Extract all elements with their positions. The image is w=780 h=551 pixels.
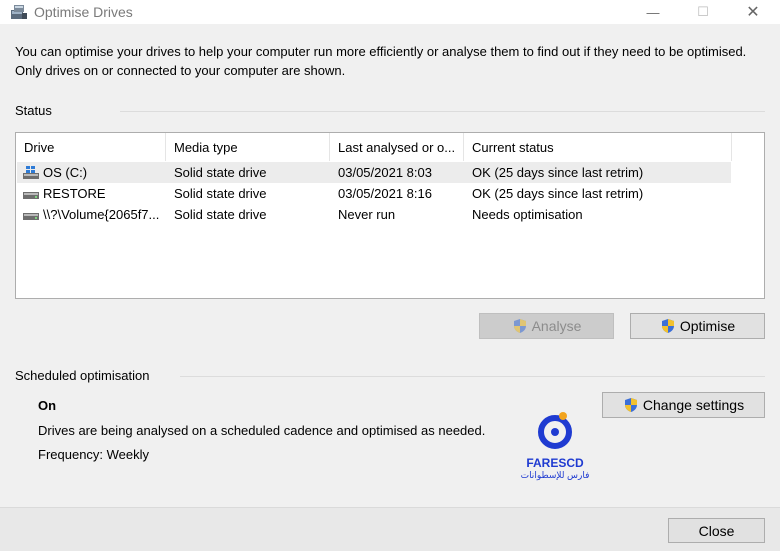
change-settings-label: Change settings: [642, 397, 745, 413]
media-type: Solid state drive: [174, 207, 267, 222]
window-title: Optimise Drives: [34, 4, 133, 20]
last-analysed: 03/05/2021 8:16: [338, 186, 432, 201]
drives-list[interactable]: Drive Media type Last analysed or o... C…: [15, 132, 765, 299]
drive-name: OS (C:): [43, 165, 88, 180]
drive-row-restore[interactable]: RESTORE Solid state drive 03/05/2021 8:1…: [17, 183, 731, 204]
drive-row-os[interactable]: OS (C:) Solid state drive 03/05/2021 8:0…: [17, 162, 731, 183]
last-analysed: Never run: [338, 207, 396, 222]
optimise-label: Optimise: [679, 318, 736, 334]
title-bar[interactable]: Optimise Drives — ☐ ✕: [0, 0, 780, 24]
drive-name: RESTORE: [43, 186, 106, 201]
current-status: OK (25 days since last retrim): [472, 165, 644, 180]
dialog-footer: [0, 507, 780, 551]
schedule-frequency: Frequency: Weekly: [38, 447, 150, 462]
drive-row-volume[interactable]: \\?\Volume{2065f7... Solid state drive N…: [17, 204, 731, 225]
minimize-icon: —: [646, 4, 660, 20]
close-icon: ✕: [746, 4, 760, 21]
change-settings-button[interactable]: Change settings: [602, 392, 765, 418]
analyse-button[interactable]: Analyse: [479, 313, 614, 339]
scheduled-divider: [180, 376, 765, 377]
drive-icon: [23, 192, 39, 199]
schedule-description: Drives are being analysed on a scheduled…: [38, 423, 486, 438]
close-button[interactable]: Close: [668, 518, 765, 543]
media-type: Solid state drive: [174, 186, 267, 201]
current-status: OK (25 days since last retrim): [472, 186, 644, 201]
column-header-last-analysed[interactable]: Last analysed or o...: [330, 133, 464, 161]
close-label: Close: [698, 522, 735, 539]
watermark-logo: FARESCD فارس للإسطوانات: [520, 410, 590, 482]
drive-icon: [23, 213, 39, 220]
description-text: You can optimise your drives to help you…: [15, 44, 747, 78]
shield-icon: [513, 319, 526, 333]
column-header-media-type[interactable]: Media type: [166, 133, 330, 161]
windows-drive-icon: [23, 166, 39, 179]
optimise-button[interactable]: Optimise: [630, 313, 765, 339]
scheduled-group-label: Scheduled optimisation: [15, 368, 150, 383]
current-status: Needs optimisation: [472, 207, 583, 222]
drive-name: \\?\Volume{2065f7...: [43, 207, 160, 222]
list-header: Drive Media type Last analysed or o... C…: [16, 133, 746, 161]
media-type: Solid state drive: [174, 165, 267, 180]
minimize-button[interactable]: —: [630, 0, 676, 24]
analyse-label: Analyse: [531, 318, 582, 334]
last-analysed: 03/05/2021 8:03: [338, 165, 432, 180]
maximize-icon: ☐: [697, 4, 709, 19]
watermark-name: FARESCD: [526, 456, 584, 470]
close-window-button[interactable]: ✕: [730, 0, 776, 24]
schedule-state: On: [38, 398, 57, 413]
column-header-drive[interactable]: Drive: [16, 133, 166, 161]
defrag-icon: [11, 5, 27, 19]
status-group-label: Status: [15, 103, 52, 118]
farescd-logo-icon: [538, 412, 572, 449]
column-header-current-status[interactable]: Current status: [464, 133, 732, 161]
watermark-subtitle: فارس للإسطوانات: [520, 470, 590, 480]
shield-icon: [624, 398, 637, 412]
status-divider: [120, 111, 765, 112]
shield-icon: [661, 319, 674, 333]
maximize-button[interactable]: ☐: [680, 0, 726, 24]
